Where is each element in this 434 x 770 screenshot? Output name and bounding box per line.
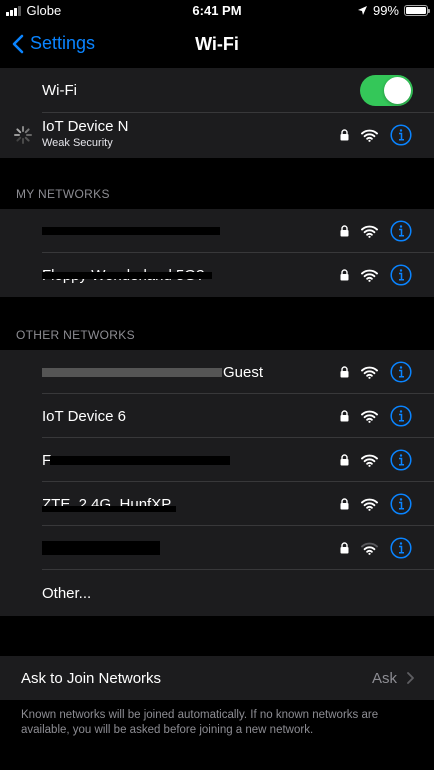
connecting-network-icons (340, 113, 412, 157)
info-button[interactable] (390, 405, 412, 427)
network-icons (340, 438, 412, 482)
ask-to-join-value: Ask (372, 656, 414, 700)
network-row[interactable]: IoT Device 6 (0, 394, 434, 438)
wifi-signal-icon (361, 366, 378, 379)
info-button[interactable] (390, 124, 412, 146)
network-row[interactable]: Floppy Wonderland 5G? (0, 253, 434, 297)
lock-icon (340, 498, 349, 510)
my-networks-header: MY NETWORKS (16, 187, 110, 201)
wifi-signal-icon (361, 498, 378, 511)
network-icons (340, 350, 412, 394)
chevron-right-icon (407, 672, 414, 684)
lock-icon (340, 269, 349, 281)
battery-icon (404, 5, 430, 16)
redaction-bar (42, 272, 212, 279)
redaction-bar (50, 456, 230, 465)
battery-percent: 99% (372, 3, 399, 18)
network-icons (340, 394, 412, 438)
status-right: 99% (357, 3, 430, 18)
ask-to-join-footer-note: Known networks will be joined automatica… (21, 709, 379, 736)
wifi-label: Wi-Fi (42, 82, 77, 99)
connecting-network-name: IoT Device N (42, 118, 129, 135)
page-title: Wi-Fi (195, 34, 239, 54)
lock-icon (340, 225, 349, 237)
status-bar: Globe 6:41 PM 99% (0, 0, 434, 22)
wifi-toggle-group: Wi-Fi IoT Device N Weak Security (0, 68, 434, 158)
wifi-signal-medium-icon (361, 542, 378, 555)
loading-spinner-icon (14, 126, 32, 144)
lock-icon (340, 366, 349, 378)
wifi-signal-icon (361, 225, 378, 238)
redaction-bar (42, 506, 176, 512)
network-icons (340, 253, 412, 297)
redaction-bar (42, 541, 160, 555)
wifi-signal-icon (361, 410, 378, 423)
redaction-bar (42, 368, 222, 377)
lock-icon (340, 129, 349, 141)
toggle-knob (384, 77, 411, 104)
network-row[interactable]: F (0, 438, 434, 482)
other-networks-header: OTHER NETWORKS (16, 328, 135, 342)
wifi-signal-icon (361, 269, 378, 282)
ask-to-join-row[interactable]: Ask to Join Networks Ask (0, 656, 434, 700)
ask-to-join-setting: Ask (371, 669, 397, 687)
network-row[interactable] (0, 526, 434, 570)
wifi-toggle[interactable] (360, 75, 413, 106)
info-button[interactable] (390, 220, 412, 242)
info-button[interactable] (390, 537, 412, 559)
network-row[interactable]: Guest (0, 350, 434, 394)
my-networks-group: Floppy Wonderland 5G? (0, 209, 434, 297)
ask-to-join-group: Ask to Join Networks Ask (0, 656, 434, 700)
navigation-bar: Settings Wi-Fi (0, 22, 434, 66)
other-network-label: Other... (42, 584, 92, 602)
info-button[interactable] (390, 493, 412, 515)
other-network-row[interactable]: Other... (0, 570, 434, 616)
connecting-network-row[interactable]: IoT Device N Weak Security (0, 113, 434, 158)
network-row[interactable]: ZTE_2.4G_HunfXP (0, 482, 434, 526)
lock-icon (340, 454, 349, 466)
network-icons (340, 526, 412, 570)
network-name: Guest (223, 363, 264, 381)
other-networks-group: Guest IoT Device 6 F ZTE_2.4G_HunfXP Oth… (0, 350, 434, 616)
redaction-bar (42, 227, 220, 235)
network-name: IoT Device 6 (42, 407, 126, 425)
network-icons (340, 209, 412, 253)
info-button[interactable] (390, 264, 412, 286)
location-arrow-icon (357, 6, 367, 15)
ask-to-join-label: Ask to Join Networks (21, 669, 162, 687)
wifi-toggle-row: Wi-Fi (0, 68, 434, 113)
connecting-network-subtitle: Weak Security (42, 137, 113, 149)
network-row[interactable] (0, 209, 434, 253)
wifi-signal-icon (361, 454, 378, 467)
lock-icon (340, 542, 349, 554)
info-button[interactable] (390, 449, 412, 471)
wifi-signal-icon (361, 129, 378, 142)
info-button[interactable] (390, 361, 412, 383)
lock-icon (340, 410, 349, 422)
network-icons (340, 482, 412, 526)
